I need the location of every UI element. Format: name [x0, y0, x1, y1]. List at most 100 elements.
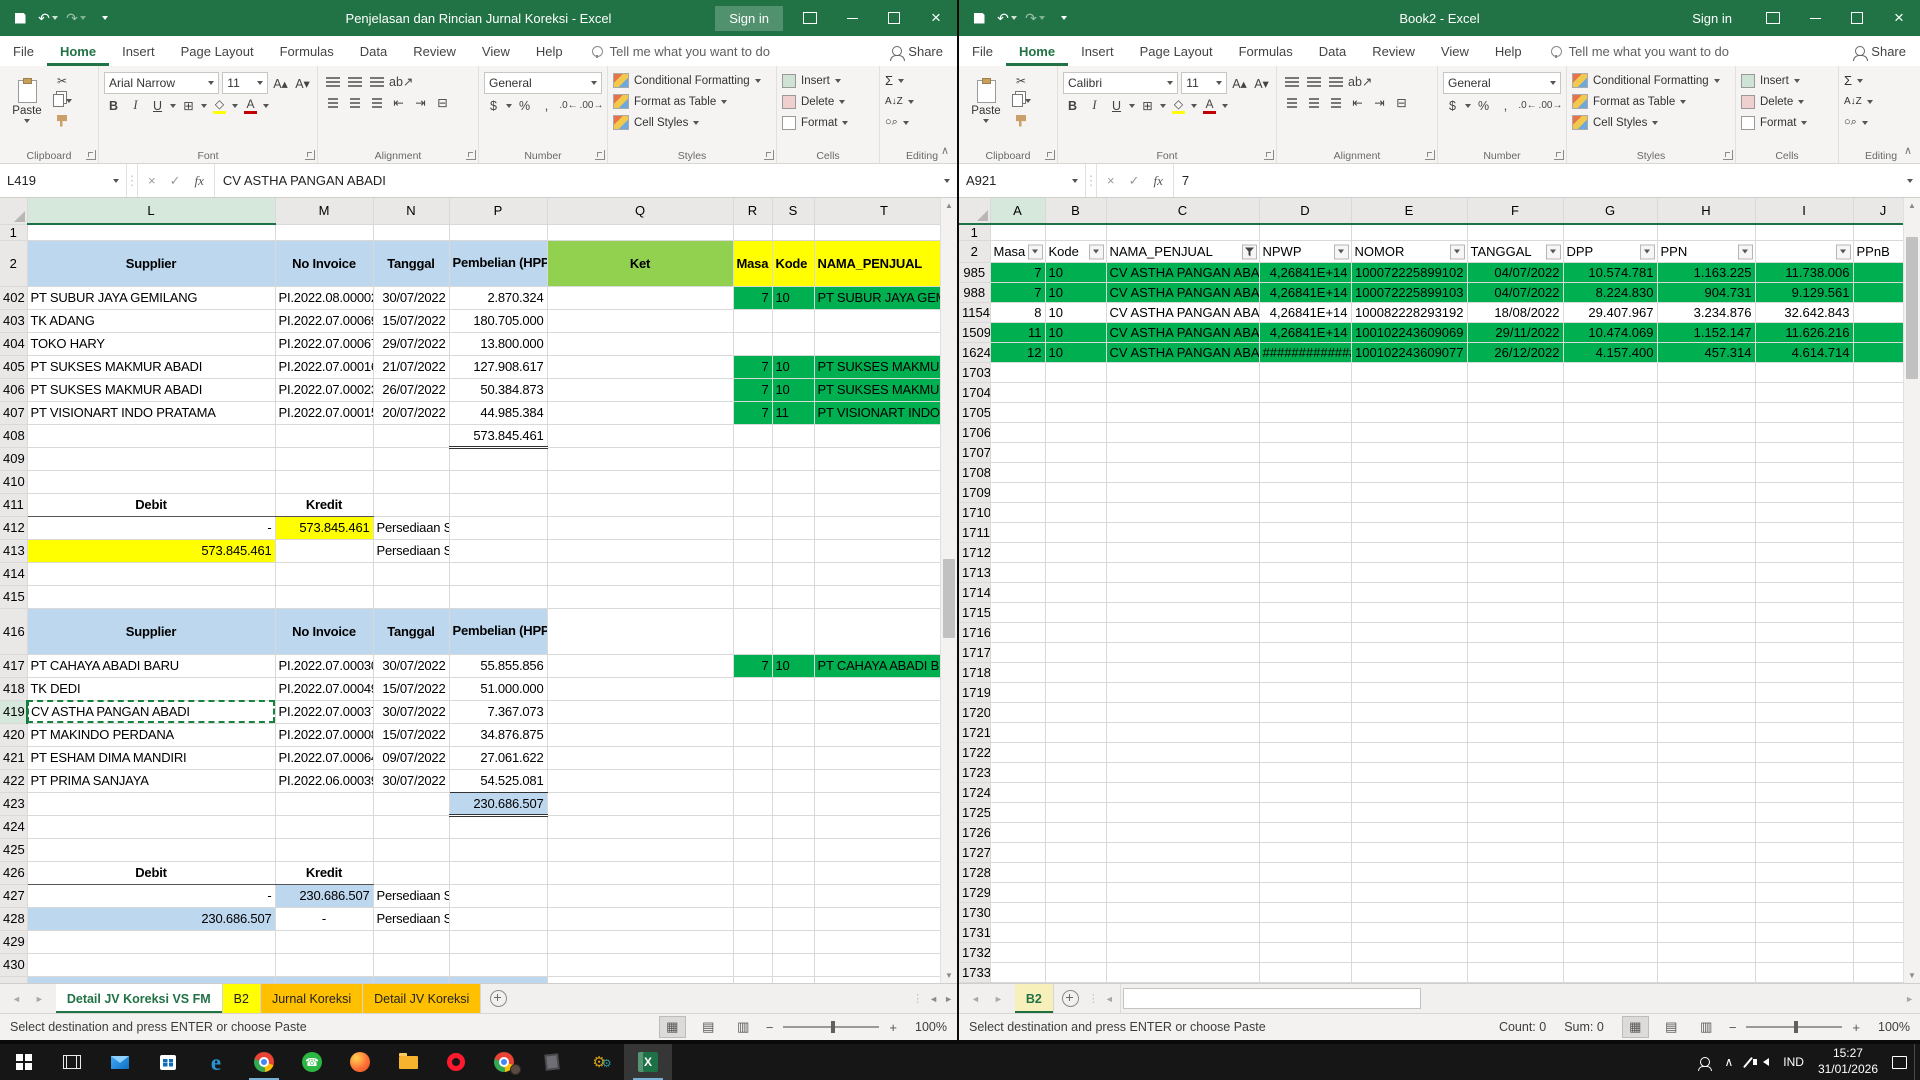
cell-G1706[interactable] — [1563, 423, 1657, 443]
cell-I1719[interactable] — [1755, 683, 1853, 703]
merge-center-button[interactable]: ⊟ — [433, 93, 452, 112]
column-header-G[interactable]: G — [1563, 198, 1657, 224]
cell-C1717[interactable] — [1106, 643, 1259, 663]
cell-G1731[interactable] — [1563, 923, 1657, 943]
cell-T428[interactable] — [814, 907, 954, 930]
cell-R419[interactable] — [733, 700, 772, 723]
cell-L420[interactable]: PT MAKINDO PERDANA — [27, 723, 275, 746]
autosum-button[interactable]: Σ — [885, 70, 957, 91]
cell-P416[interactable]: Pembelian (HPP) — [449, 608, 547, 654]
sheet-tab-detail-jv-koreksi[interactable]: Detail JV Koreksi — [363, 984, 481, 1013]
cell-B1716[interactable] — [1045, 623, 1106, 643]
cell-L422[interactable]: PT PRIMA SANJAYA — [27, 769, 275, 792]
cell-C988[interactable]: CV ASTHA PANGAN ABA — [1106, 283, 1259, 303]
row-header-402[interactable]: 402 — [0, 286, 27, 309]
cell-D1717[interactable] — [1259, 643, 1351, 663]
cells-insert-button[interactable]: Insert — [1741, 70, 1833, 91]
cell-R402[interactable]: 7 — [733, 286, 772, 309]
cell-R414[interactable] — [733, 562, 772, 585]
cell-P418[interactable]: 51.000.000 — [449, 677, 547, 700]
row-header-1724[interactable]: 1724 — [959, 783, 990, 803]
cell-F1732[interactable] — [1467, 943, 1563, 963]
cell-D1718[interactable] — [1259, 663, 1351, 683]
center-button[interactable] — [345, 93, 364, 112]
cell-Q411[interactable] — [547, 493, 733, 516]
cell-B1724[interactable] — [1045, 783, 1106, 803]
cell-E1726[interactable] — [1351, 823, 1467, 843]
cell-P1[interactable] — [449, 224, 547, 240]
select-all-button[interactable] — [0, 198, 27, 224]
scroll-down-arrow[interactable]: ▼ — [1904, 968, 1920, 983]
cell-N417[interactable]: 30/07/2022 — [373, 654, 449, 677]
cell-N1[interactable] — [373, 224, 449, 240]
cell-R420[interactable] — [733, 723, 772, 746]
cell-N407[interactable]: 20/07/2022 — [373, 401, 449, 424]
cell-I1710[interactable] — [1755, 503, 1853, 523]
row-header-1710[interactable]: 1710 — [959, 503, 990, 523]
cell-L417[interactable]: PT CAHAYA ABADI BARU — [27, 654, 275, 677]
cell-H2[interactable]: PPN — [1657, 241, 1755, 263]
fill-color-button[interactable]: ◇ — [210, 96, 229, 115]
cell-F1703[interactable] — [1467, 363, 1563, 383]
cell-H1727[interactable] — [1657, 843, 1755, 863]
cell-D1712[interactable] — [1259, 543, 1351, 563]
collapse-ribbon-button[interactable]: ∧ — [941, 144, 949, 157]
cell-B1717[interactable] — [1045, 643, 1106, 663]
filter-dropdown-D[interactable] — [1334, 244, 1349, 259]
cell-B1726[interactable] — [1045, 823, 1106, 843]
cell-P410[interactable] — [449, 470, 547, 493]
row-header-2[interactable]: 2 — [959, 241, 990, 263]
cell-C1716[interactable] — [1106, 623, 1259, 643]
cell-R2[interactable]: Masa — [733, 240, 772, 286]
cell-B1703[interactable] — [1045, 363, 1106, 383]
cell-F1721[interactable] — [1467, 723, 1563, 743]
cell-N415[interactable] — [373, 585, 449, 608]
cell-A1727[interactable] — [990, 843, 1045, 863]
cell-P409[interactable] — [449, 447, 547, 470]
cell-C1726[interactable] — [1106, 823, 1259, 843]
cell-Q419[interactable] — [547, 700, 733, 723]
cell-S423[interactable] — [772, 792, 814, 815]
cell-H1710[interactable] — [1657, 503, 1755, 523]
name-box[interactable]: L419 — [0, 164, 127, 197]
row-header-1728[interactable]: 1728 — [959, 863, 990, 883]
cell-T419[interactable] — [814, 700, 954, 723]
cell-G1730[interactable] — [1563, 903, 1657, 923]
row-header-419[interactable]: 419 — [0, 700, 27, 723]
sheet-tab-detail-jv-koreksi-vs-fm[interactable]: Detail JV Koreksi VS FM — [56, 984, 223, 1013]
row-header-1726[interactable]: 1726 — [959, 823, 990, 843]
cell-N422[interactable]: 30/07/2022 — [373, 769, 449, 792]
font-name-select[interactable]: Calibri — [1063, 72, 1178, 94]
cell-G1[interactable] — [1563, 224, 1657, 241]
cell-S426[interactable] — [772, 861, 814, 884]
filter-dropdown-B[interactable] — [1089, 244, 1104, 259]
row-header-409[interactable]: 409 — [0, 447, 27, 470]
cell-N411[interactable] — [373, 493, 449, 516]
cell-P431[interactable]: Pembelian (HPP) — [449, 976, 547, 983]
conditional-formatting-button[interactable]: Conditional Formatting — [613, 70, 771, 91]
cell-T1[interactable] — [814, 224, 954, 240]
cell-P430[interactable] — [449, 953, 547, 976]
cell-L405[interactable]: PT SUKSES MAKMUR ABADI — [27, 355, 275, 378]
row-header-1731[interactable]: 1731 — [959, 923, 990, 943]
whatsapp-icon[interactable]: ☎ — [288, 1044, 336, 1080]
cell-L404[interactable]: TOKO HARY — [27, 332, 275, 355]
cell-N414[interactable] — [373, 562, 449, 585]
column-header-L[interactable]: L — [27, 198, 275, 224]
cell-B1624[interactable]: 10 — [1045, 343, 1106, 363]
cell-P421[interactable]: 27.061.622 — [449, 746, 547, 769]
ribbon-tab-formulas[interactable]: Formulas — [1226, 36, 1306, 66]
cell-M404[interactable]: PI.2022.07.00067 — [275, 332, 373, 355]
cell-M418[interactable]: PI.2022.07.00049 — [275, 677, 373, 700]
cell-A1705[interactable] — [990, 403, 1045, 423]
cell-F1730[interactable] — [1467, 903, 1563, 923]
cell-L431[interactable]: Supplier — [27, 976, 275, 983]
cell-P425[interactable] — [449, 838, 547, 861]
increase-indent-button[interactable]: ⇥ — [1370, 93, 1389, 112]
cell-P402[interactable]: 2.870.324 — [449, 286, 547, 309]
cell-A1718[interactable] — [990, 663, 1045, 683]
cell-C1728[interactable] — [1106, 863, 1259, 883]
cell-E1710[interactable] — [1351, 503, 1467, 523]
column-header-B[interactable]: B — [1045, 198, 1106, 224]
cell-A1733[interactable] — [990, 963, 1045, 983]
